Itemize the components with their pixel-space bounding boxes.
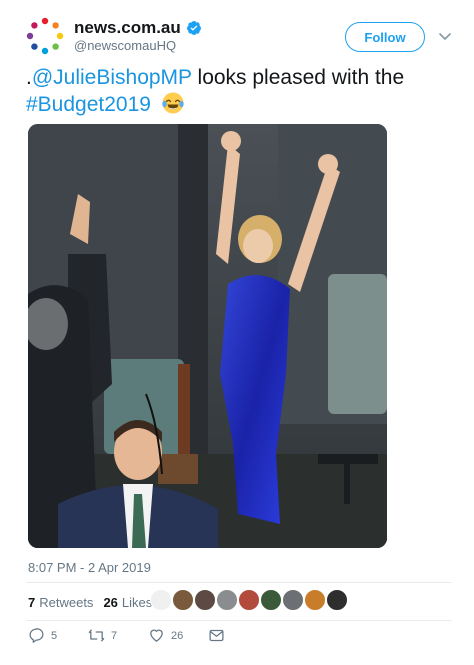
retweets-stat[interactable]: 7 Retweets bbox=[28, 595, 93, 610]
divider bbox=[26, 620, 452, 621]
direct-message-action[interactable] bbox=[208, 627, 225, 644]
likes-count: 26 bbox=[103, 595, 118, 610]
chevron-down-icon[interactable] bbox=[437, 28, 453, 44]
parliament-photo-illustration bbox=[28, 124, 387, 548]
tweet-actions: 5 7 26 bbox=[28, 627, 225, 644]
retweets-count: 7 bbox=[28, 595, 36, 610]
account-handle[interactable]: @newscomauHQ bbox=[74, 38, 176, 53]
like-count: 26 bbox=[171, 629, 184, 642]
liker-avatar[interactable] bbox=[172, 589, 194, 611]
face-with-tears-of-joy-icon bbox=[162, 92, 184, 114]
tweet-body: looks pleased with the bbox=[191, 66, 405, 89]
retweet-action[interactable]: 7 bbox=[88, 627, 148, 644]
tweet-text: .@JulieBishopMP looks pleased with the #… bbox=[26, 64, 446, 118]
like-action[interactable]: 26 bbox=[148, 627, 208, 644]
retweet-count: 7 bbox=[111, 629, 118, 642]
tweet-photo[interactable] bbox=[28, 124, 387, 548]
tweet-timestamp[interactable]: 8:07 PM - 2 Apr 2019 bbox=[28, 560, 151, 575]
liker-avatar[interactable] bbox=[304, 589, 326, 611]
liker-avatar[interactable] bbox=[326, 589, 348, 611]
reply-action[interactable]: 5 bbox=[28, 627, 88, 644]
liker-avatar[interactable] bbox=[194, 589, 216, 611]
likes-stat[interactable]: 26 Likes bbox=[103, 595, 152, 610]
envelope-icon bbox=[209, 629, 224, 642]
liker-avatar[interactable] bbox=[260, 589, 282, 611]
hashtag-link[interactable]: #Budget2019 bbox=[26, 93, 151, 116]
liker-avatar[interactable] bbox=[238, 589, 260, 611]
account-name-row[interactable]: news.com.au bbox=[74, 18, 202, 38]
retweets-label: Retweets bbox=[39, 595, 94, 610]
reply-count: 5 bbox=[51, 629, 58, 642]
likes-label: Likes bbox=[121, 595, 153, 610]
mention-link[interactable]: @JulieBishopMP bbox=[32, 66, 192, 89]
reply-icon bbox=[29, 628, 44, 643]
heart-icon bbox=[150, 629, 163, 642]
likers-avatars bbox=[150, 589, 348, 611]
liker-avatar[interactable] bbox=[282, 589, 304, 611]
follow-button[interactable]: Follow bbox=[345, 22, 425, 52]
account-name[interactable]: news.com.au bbox=[74, 18, 181, 38]
divider bbox=[26, 582, 452, 583]
news-com-au-logo[interactable] bbox=[26, 17, 64, 55]
verified-badge-icon bbox=[186, 21, 201, 35]
engagement-stats: 7 Retweets 26 Likes bbox=[28, 595, 156, 610]
liker-avatar[interactable] bbox=[150, 589, 172, 611]
retweet-icon bbox=[88, 629, 105, 642]
liker-avatar[interactable] bbox=[216, 589, 238, 611]
